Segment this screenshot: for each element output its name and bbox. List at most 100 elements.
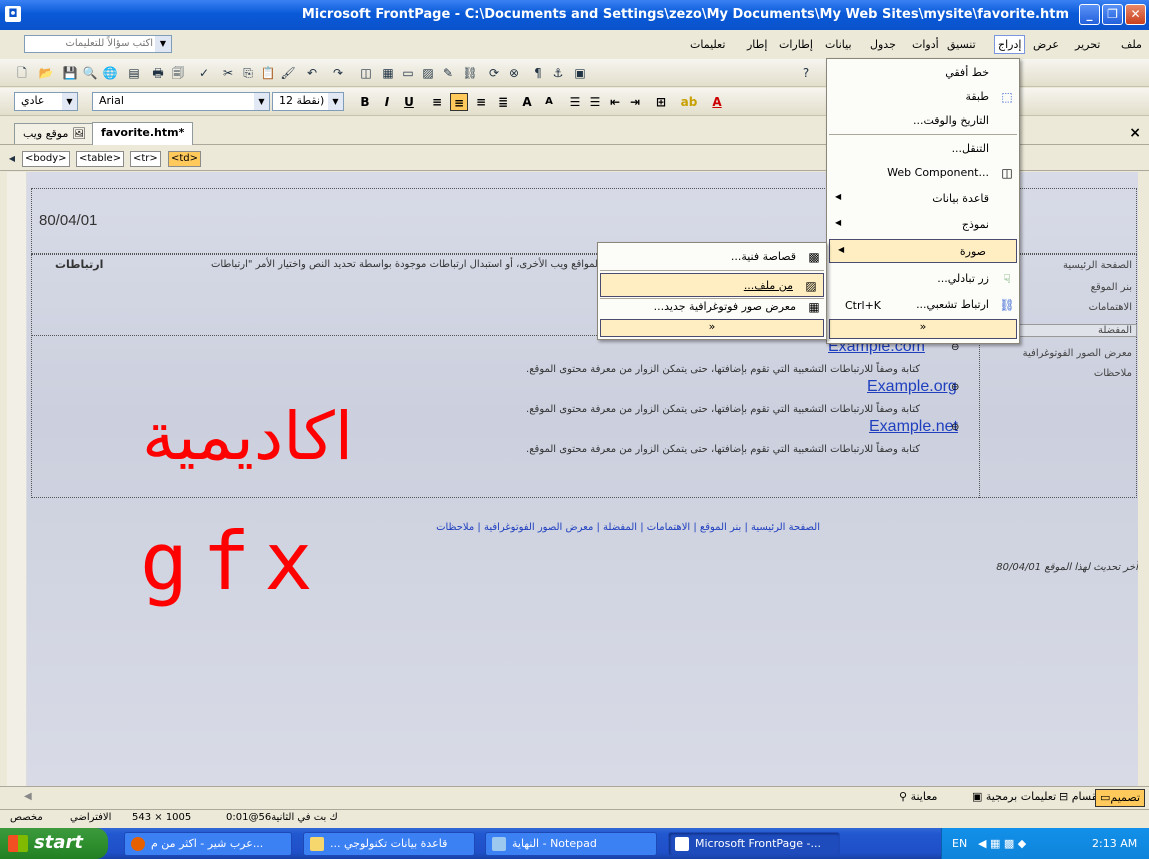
minimize-button[interactable]: _ bbox=[1079, 4, 1100, 25]
highlight-icon[interactable]: ab bbox=[680, 93, 698, 111]
bold-button[interactable]: B bbox=[356, 93, 374, 111]
save-icon[interactable]: 💾 bbox=[62, 65, 78, 81]
copy-icon[interactable]: ⎘ bbox=[240, 65, 256, 81]
underline-button[interactable]: U bbox=[400, 93, 418, 111]
tag-scroll-left-icon[interactable]: ◀ bbox=[4, 151, 20, 167]
task-frontpage[interactable]: Microsoft FrontPage -... bbox=[668, 832, 840, 856]
vertical-scrollbar[interactable] bbox=[7, 172, 27, 786]
menu-window[interactable]: إطار bbox=[747, 38, 767, 51]
link-example-org[interactable]: Example.org bbox=[867, 378, 957, 396]
menu-item-interactive-button[interactable]: ☟ زر تبادلي... bbox=[827, 267, 1019, 291]
tag-td[interactable]: <td> bbox=[168, 151, 202, 167]
align-right-icon[interactable]: ≡ bbox=[472, 93, 490, 111]
menu-item-form[interactable]: ◀ نموذج bbox=[827, 213, 1019, 237]
numbering-icon[interactable]: ☰ bbox=[566, 93, 584, 111]
redo-icon[interactable]: ↷ bbox=[330, 65, 346, 81]
menu-edit[interactable]: تحرير bbox=[1075, 38, 1100, 51]
tray-icons[interactable]: ◀ ▦ ▩ ◆ bbox=[978, 837, 1026, 850]
format-painter-icon[interactable]: 🖌 bbox=[280, 65, 296, 81]
open-icon[interactable]: 📂 bbox=[38, 65, 54, 81]
hyperlink-icon[interactable]: ⛓ bbox=[462, 65, 478, 81]
font-size-select[interactable]: 12 نقطة) ▼ bbox=[272, 92, 344, 111]
borders-icon[interactable]: ⊞ bbox=[652, 93, 670, 111]
menu-table[interactable]: جدول bbox=[870, 38, 896, 51]
undo-icon[interactable]: ↶ bbox=[304, 65, 320, 81]
link-example-net[interactable]: Example.net bbox=[869, 418, 958, 436]
decrease-indent-icon[interactable]: ⇤ bbox=[606, 93, 624, 111]
tag-body[interactable]: <body> bbox=[22, 151, 70, 167]
stop-icon[interactable]: ⊗ bbox=[506, 65, 522, 81]
close-button[interactable]: ✕ bbox=[1125, 4, 1146, 25]
web-component-icon[interactable]: ◫ bbox=[358, 65, 374, 81]
nav-interests[interactable]: الاهتمامات bbox=[1089, 302, 1132, 313]
font-select[interactable]: Arial ▼ bbox=[92, 92, 270, 111]
style-select[interactable]: عادي ▼ bbox=[14, 92, 78, 111]
menu-insert[interactable]: إدراج bbox=[994, 35, 1026, 54]
insert-picture-icon[interactable]: ▨ bbox=[420, 65, 436, 81]
restore-button[interactable]: ❐ bbox=[1102, 4, 1123, 25]
toggle-pane-icon[interactable]: ▤ bbox=[126, 65, 142, 81]
tab-design[interactable]: ▭تصميم bbox=[1095, 789, 1146, 807]
task-firefox[interactable]: عرب شير - اكثر من م... bbox=[124, 832, 292, 856]
decrease-font-icon[interactable]: A bbox=[540, 93, 558, 111]
style-dropdown-icon[interactable]: ▼ bbox=[62, 93, 77, 110]
menu-item-layer[interactable]: ⬚ طبقة bbox=[827, 85, 1019, 109]
task-folder[interactable]: ... قاعدة بيانات تكنولوجي bbox=[303, 832, 475, 856]
spelling-icon[interactable]: ✓ bbox=[196, 65, 212, 81]
footer-navigation[interactable]: الصفحة الرئيسية | بنر الموقع | الاهتماما… bbox=[436, 522, 820, 533]
show-all-icon[interactable]: ¶ bbox=[530, 65, 546, 81]
menu-data[interactable]: بيانات bbox=[825, 38, 852, 51]
publish-icon[interactable]: 🌐 bbox=[102, 65, 118, 81]
nav-notes[interactable]: ملاحظات bbox=[1094, 368, 1132, 379]
menu-item-photo-gallery[interactable]: ▦ معرض صور فوتوغرافية جديد... bbox=[598, 295, 826, 319]
menu-expand-button[interactable]: » bbox=[600, 319, 824, 337]
menu-view[interactable]: عرض bbox=[1033, 38, 1059, 51]
menu-item-horizontal-line[interactable]: خط أفقي bbox=[827, 61, 1019, 85]
cut-icon[interactable]: ✂ bbox=[220, 65, 236, 81]
insert-table-icon[interactable]: ▦ bbox=[380, 65, 396, 81]
menu-item-clip-art[interactable]: ▩ قصاصة فنية... bbox=[598, 245, 826, 269]
anchor-icon[interactable]: ⚓ bbox=[550, 65, 566, 81]
insert-layer-icon[interactable]: ▭ bbox=[400, 65, 416, 81]
title-bar[interactable]: ◘ Microsoft FrontPage - C:\Documents and… bbox=[0, 0, 1149, 30]
tab-code[interactable]: ▣ تعليمات برمجية bbox=[968, 789, 1060, 807]
nav-photo-gallery[interactable]: معرض الصور الفوتوغرافية bbox=[1023, 348, 1132, 359]
menu-item-navigation[interactable]: التنقل... bbox=[827, 137, 1019, 161]
task-notepad[interactable]: النهاية - Notepad bbox=[485, 832, 657, 856]
menu-item-web-component[interactable]: ◫ Web Component... bbox=[827, 161, 1019, 185]
tab-preview[interactable]: ⚲ معاينة bbox=[895, 789, 941, 807]
preview-icon[interactable]: 🗐 bbox=[170, 65, 186, 81]
menu-file[interactable]: ملف bbox=[1121, 38, 1142, 51]
italic-button[interactable]: I bbox=[378, 93, 396, 111]
layout-icon[interactable]: ▣ bbox=[572, 65, 588, 81]
start-button[interactable]: start bbox=[0, 828, 108, 859]
tag-tr[interactable]: <tr> bbox=[130, 151, 161, 167]
menu-help[interactable]: تعليمات bbox=[690, 38, 725, 51]
tab-website[interactable]: موقع ويب 🖼 bbox=[14, 123, 95, 144]
menu-item-database[interactable]: ◀ قاعدة بيانات bbox=[827, 187, 1019, 211]
align-center-icon[interactable]: ≡ bbox=[450, 93, 468, 111]
ask-question-input[interactable]: اكتب سؤالاً للتعليمات ▼ bbox=[24, 35, 172, 53]
font-size-dropdown-icon[interactable]: ▼ bbox=[328, 93, 343, 110]
frontpage-app-icon[interactable]: ◘ bbox=[5, 6, 21, 22]
ask-dropdown-icon[interactable]: ▼ bbox=[155, 36, 171, 52]
menu-item-picture[interactable]: ◀ صورة bbox=[829, 239, 1017, 263]
nav-home[interactable]: الصفحة الرئيسية bbox=[1063, 260, 1132, 271]
increase-font-icon[interactable]: A bbox=[518, 93, 536, 111]
menu-tools[interactable]: أدوات bbox=[912, 38, 939, 51]
search-icon[interactable]: 🔍 bbox=[82, 65, 98, 81]
nav-banner[interactable]: بنر الموقع bbox=[1091, 282, 1132, 293]
tag-table[interactable]: <table> bbox=[76, 151, 125, 167]
close-tab-icon[interactable]: × bbox=[1129, 125, 1141, 141]
help-icon[interactable]: ? bbox=[798, 65, 814, 81]
language-indicator[interactable]: EN bbox=[952, 837, 967, 850]
menu-item-date-time[interactable]: التاريخ والوقت... bbox=[827, 109, 1019, 133]
drawing-icon[interactable]: ✎ bbox=[440, 65, 456, 81]
paste-icon[interactable]: 📋 bbox=[260, 65, 276, 81]
justify-icon[interactable]: ≣ bbox=[494, 93, 512, 111]
font-dropdown-icon[interactable]: ▼ bbox=[254, 93, 269, 110]
increase-indent-icon[interactable]: ⇥ bbox=[626, 93, 644, 111]
menu-format[interactable]: تنسيق bbox=[947, 38, 976, 51]
font-color-icon[interactable]: A bbox=[708, 93, 726, 111]
menu-frames[interactable]: إطارات bbox=[779, 38, 813, 51]
